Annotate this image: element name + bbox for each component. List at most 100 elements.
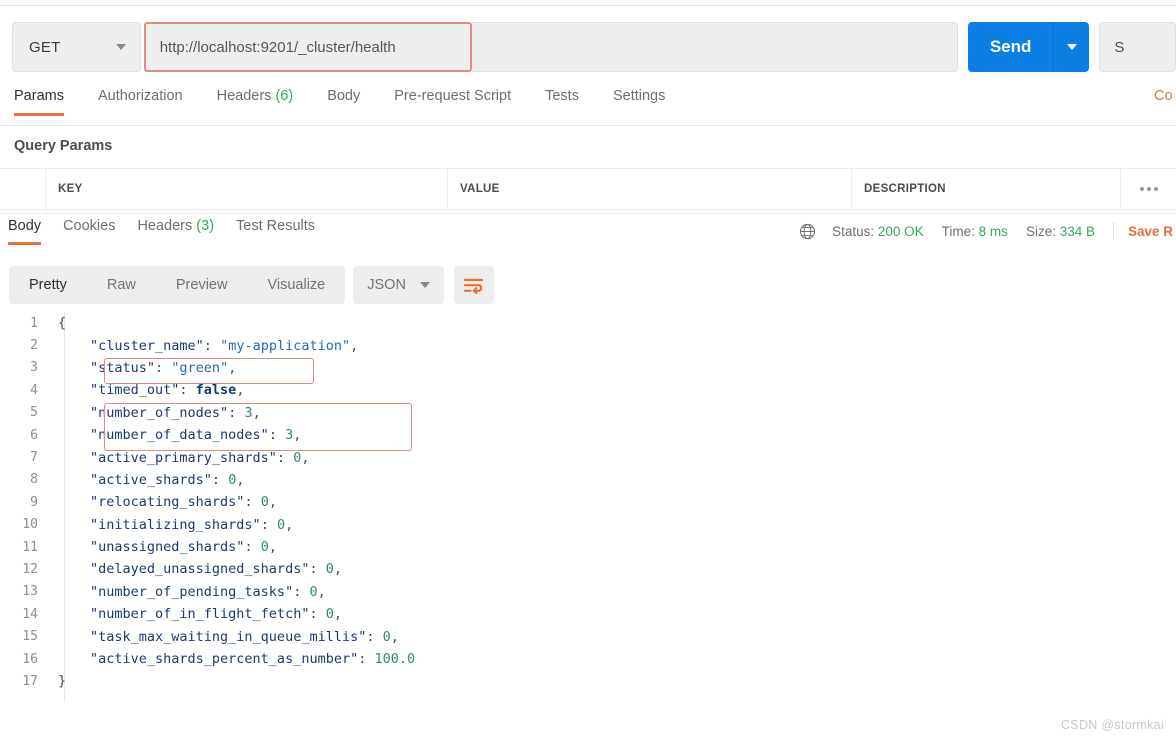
response-tab-body[interactable]: Body bbox=[8, 218, 42, 245]
chevron-down-icon bbox=[419, 282, 430, 288]
code-line-text: "number_of_data_nodes": 3, bbox=[52, 427, 301, 443]
time-label: Time: bbox=[941, 223, 975, 239]
code-line-text: "active_shards_percent_as_number": 100.0 bbox=[52, 651, 415, 667]
send-options-button[interactable] bbox=[1053, 22, 1090, 72]
param-gutter-cell bbox=[0, 169, 46, 209]
time-group: Time: 8 ms bbox=[942, 224, 1008, 239]
response-body-code[interactable]: 1{2 "cluster_name": "my-application", 3 "st… bbox=[0, 312, 1176, 712]
code-token: "number_of_data_nodes" bbox=[90, 427, 269, 444]
request-url-row: GET http://localhost:9201/_cluster/healt… bbox=[0, 22, 1176, 74]
code-line-text: "cluster_name": "my-application", bbox=[52, 338, 358, 354]
view-mode-pretty[interactable]: Pretty bbox=[9, 266, 87, 304]
view-mode-preview[interactable]: Preview bbox=[156, 266, 248, 304]
code-token: "active_primary_shards" bbox=[90, 449, 277, 466]
tab-tests-label: Tests bbox=[545, 88, 579, 104]
http-method-label: GET bbox=[29, 38, 61, 56]
code-token: 0 bbox=[325, 561, 334, 578]
code-line-number: 9 bbox=[30, 494, 38, 510]
tab-authorization-label: Authorization bbox=[97, 88, 183, 104]
view-mode-raw[interactable]: Raw bbox=[87, 266, 156, 304]
tab-body-label: Body bbox=[327, 88, 361, 104]
code-token: "active_shards" bbox=[90, 471, 212, 488]
code-token: : bbox=[293, 583, 310, 600]
tab-pre-request-script[interactable]: Pre-request Script bbox=[394, 88, 511, 115]
code-line-text: "initializing_shards": 0, bbox=[52, 517, 293, 533]
code-token: , bbox=[285, 516, 294, 533]
chevron-down-icon bbox=[115, 44, 126, 50]
code-line: 16 "active_shards_percent_as_number": 100… bbox=[0, 648, 1176, 670]
code-line-number: 2 bbox=[30, 338, 38, 354]
tab-settings[interactable]: Settings bbox=[613, 88, 665, 115]
code-token: "relocating_shards" bbox=[90, 494, 245, 511]
code-line-text: "active_shards": 0, bbox=[52, 472, 244, 488]
code-token: "number_of_in_flight_fetch" bbox=[90, 606, 310, 623]
response-tab-test-results[interactable]: Test Results bbox=[236, 218, 315, 245]
code-line: 11 "unassigned_shards": 0, bbox=[0, 536, 1176, 558]
tab-body[interactable]: Body bbox=[327, 88, 360, 115]
view-mode-segmented-control: Pretty Raw Preview Visualize bbox=[9, 266, 346, 304]
request-url-input[interactable]: http://localhost:9201/_cluster/health bbox=[143, 22, 472, 72]
code-token: , bbox=[350, 337, 359, 354]
response-tab-headers[interactable]: Headers (3) bbox=[137, 218, 214, 245]
code-line: 2 "cluster_name": "my-application", bbox=[0, 334, 1176, 356]
tab-tests[interactable]: Tests bbox=[545, 88, 579, 115]
code-line-number: 15 bbox=[22, 629, 38, 645]
request-url-text: http://localhost:9201/_cluster/health bbox=[159, 38, 396, 56]
tab-params[interactable]: Params bbox=[14, 88, 64, 116]
tab-authorization[interactable]: Authorization bbox=[98, 88, 183, 115]
code-token: "task_max_waiting_in_queue_millis" bbox=[90, 628, 367, 645]
code-token: : bbox=[358, 651, 375, 668]
code-line: 13 "number_of_pending_tasks": 0, bbox=[0, 581, 1176, 603]
param-column-key: KEY bbox=[46, 169, 448, 209]
code-line-number: 7 bbox=[30, 450, 38, 466]
code-token: "unassigned_shards" bbox=[90, 539, 245, 556]
code-token: : bbox=[155, 359, 172, 376]
cookies-link[interactable]: Co bbox=[1154, 88, 1176, 104]
code-line: 3 "status": "green", bbox=[0, 357, 1176, 379]
code-token: , bbox=[333, 561, 342, 578]
response-tab-test-results-label: Test Results bbox=[236, 218, 316, 234]
code-token: , bbox=[228, 359, 237, 376]
http-method-select[interactable]: GET bbox=[12, 22, 141, 72]
tab-headers-label: Headers bbox=[216, 88, 272, 104]
code-token: 0 bbox=[260, 494, 269, 511]
word-wrap-button[interactable] bbox=[453, 266, 494, 304]
save-response-link[interactable]: Save R bbox=[1128, 224, 1176, 239]
view-mode-visualize[interactable]: Visualize bbox=[247, 266, 345, 304]
response-format-select[interactable]: JSON bbox=[353, 266, 444, 304]
code-line-number: 12 bbox=[22, 561, 38, 577]
code-token: , bbox=[317, 583, 326, 600]
request-url-input-remainder[interactable] bbox=[471, 22, 958, 72]
code-line-number: 3 bbox=[30, 360, 38, 376]
param-column-description: DESCRIPTION bbox=[852, 169, 1121, 209]
response-tab-cookies[interactable]: Cookies bbox=[63, 218, 115, 245]
code-line: 4 "timed_out": false, bbox=[0, 379, 1176, 401]
watermark-text: CSDN @stormkai bbox=[1060, 718, 1164, 732]
code-line-text: "number_of_nodes": 3, bbox=[52, 405, 261, 421]
code-line-number: 14 bbox=[22, 606, 38, 622]
code-token: , bbox=[293, 427, 302, 444]
code-token: : bbox=[244, 539, 261, 556]
query-params-empty-row[interactable] bbox=[0, 210, 1176, 214]
response-status-bar: Status: 200 OK Time: 8 ms Size: 334 B Sa… bbox=[799, 222, 1176, 240]
time-value: 8 ms bbox=[978, 223, 1008, 239]
code-token: "status" bbox=[90, 359, 156, 376]
status-value: 200 OK bbox=[877, 223, 924, 239]
code-token: : bbox=[244, 494, 261, 511]
code-line-text: "delayed_unassigned_shards": 0, bbox=[52, 561, 342, 577]
code-token: , bbox=[268, 539, 277, 556]
size-value: 334 B bbox=[1059, 223, 1095, 239]
request-tabs: Params Authorization Headers (6) Body Pr… bbox=[0, 88, 1176, 126]
code-token: "my-application" bbox=[220, 337, 351, 354]
code-token: "green" bbox=[171, 359, 229, 376]
code-token: : bbox=[268, 427, 286, 444]
save-request-button[interactable]: S bbox=[1099, 22, 1176, 72]
more-options-icon bbox=[1139, 187, 1158, 191]
code-token: : bbox=[276, 449, 294, 466]
tab-headers[interactable]: Headers (6) bbox=[217, 88, 294, 115]
code-token: { bbox=[58, 315, 67, 332]
code-line-number: 11 bbox=[22, 539, 38, 555]
code-token: , bbox=[236, 382, 245, 399]
param-column-options-button[interactable] bbox=[1121, 169, 1176, 209]
send-button[interactable]: Send bbox=[967, 22, 1054, 72]
